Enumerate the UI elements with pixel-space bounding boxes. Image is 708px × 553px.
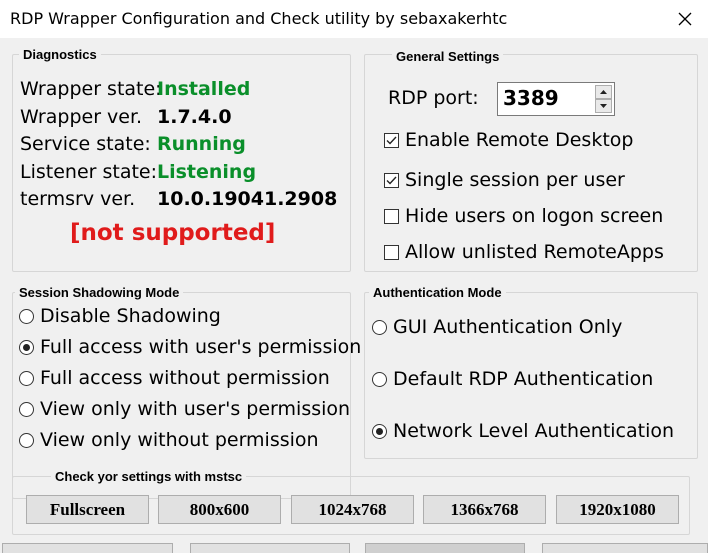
rdp-port-input[interactable]: 3389 (503, 86, 559, 110)
shadow-option-full-without-permission[interactable]: Full access without permission (19, 366, 330, 390)
resolution-1024x768-button[interactable]: 1024x768 (291, 495, 414, 524)
support-status: [not supported] (70, 220, 276, 246)
bottom-button-4[interactable] (542, 543, 708, 553)
single-session-checkbox[interactable]: Single session per user (384, 168, 625, 192)
service-state-label: Service state: (20, 133, 151, 155)
radio-label: GUI Authentication Only (393, 316, 623, 338)
radio-label: View only with user's permission (40, 398, 351, 420)
radio-circle (19, 339, 34, 355)
auth-option-default-rdp[interactable]: Default RDP Authentication (372, 367, 653, 391)
spin-up-button[interactable] (595, 85, 612, 99)
shadowing-title: Session Shadowing Mode (15, 285, 184, 300)
checkbox-label: Enable Remote Desktop (405, 129, 634, 151)
allow-unlisted-remoteapps-checkbox[interactable]: Allow unlisted RemoteApps (384, 240, 664, 264)
service-state-value: Running (157, 133, 246, 155)
radio-dot (23, 343, 30, 351)
enable-remote-desktop-checkbox[interactable]: Enable Remote Desktop (384, 128, 633, 152)
wrapper-state-label: Wrapper state: (20, 78, 162, 100)
close-icon (678, 12, 692, 26)
listener-state-label: Listener state: (20, 161, 158, 183)
window-title: RDP Wrapper Configuration and Check util… (10, 9, 508, 28)
general-settings-title: General Settings (392, 49, 504, 64)
arrow-up-icon (600, 90, 607, 94)
auth-option-nla[interactable]: Network Level Authentication (372, 419, 674, 443)
bottom-button-2[interactable] (190, 543, 350, 553)
radio-label: View only without permission (40, 429, 319, 451)
title-bar: RDP Wrapper Configuration and Check util… (0, 0, 708, 38)
radio-circle (372, 423, 387, 439)
checkbox-box (384, 244, 399, 260)
rdp-port-label: RDP port: (388, 87, 479, 109)
termsrv-ver-label: termsrv ver. (20, 188, 136, 210)
radio-circle (372, 371, 387, 387)
radio-circle (19, 432, 34, 448)
resolution-800x600-button[interactable]: 800x600 (158, 495, 281, 524)
radio-circle (19, 370, 34, 386)
spin-buttons (595, 85, 612, 113)
checkbox-box (384, 172, 399, 188)
shadow-option-view-without-permission[interactable]: View only without permission (19, 428, 319, 452)
bottom-button-3[interactable] (365, 543, 525, 553)
listener-state-value: Listening (157, 161, 257, 183)
fullscreen-button[interactable]: Fullscreen (26, 495, 149, 524)
close-button[interactable] (662, 0, 708, 38)
hide-users-checkbox[interactable]: Hide users on logon screen (384, 204, 663, 228)
checkbox-box (384, 208, 399, 224)
bottom-button-1[interactable] (2, 543, 173, 553)
checkbox-label: Single session per user (405, 169, 625, 191)
radio-label: Full access with user's permission (40, 336, 362, 358)
mstsc-title: Check yor settings with mstsc (51, 469, 247, 484)
radio-label: Full access without permission (40, 367, 330, 389)
radio-circle (19, 401, 34, 417)
rdp-port-spinner[interactable]: 3389 (497, 82, 615, 116)
radio-dot (376, 427, 383, 435)
arrow-down-icon (600, 104, 607, 108)
radio-circle (372, 319, 387, 335)
shadow-option-full-with-permission[interactable]: Full access with user's permission (19, 335, 361, 359)
checkmark-icon (386, 176, 397, 185)
radio-label: Network Level Authentication (393, 420, 675, 442)
radio-label: Disable Shadowing (40, 305, 221, 327)
checkmark-icon (386, 136, 397, 145)
wrapper-ver-value: 1.7.4.0 (157, 106, 232, 128)
client-area: Diagnostics Wrapper state: Installed Wra… (0, 38, 708, 553)
wrapper-state-value: Installed (157, 78, 251, 100)
shadow-option-view-with-permission[interactable]: View only with user's permission (19, 397, 350, 421)
diagnostics-title: Diagnostics (19, 47, 101, 62)
radio-circle (19, 308, 34, 324)
shadow-option-disable[interactable]: Disable Shadowing (19, 304, 221, 328)
resolution-1366x768-button[interactable]: 1366x768 (423, 495, 546, 524)
spin-down-button[interactable] (595, 99, 612, 113)
wrapper-ver-label: Wrapper ver. (20, 106, 143, 128)
authentication-title: Authentication Mode (369, 285, 506, 300)
checkbox-label: Hide users on logon screen (405, 205, 664, 227)
checkbox-box (384, 132, 399, 148)
auth-option-gui[interactable]: GUI Authentication Only (372, 315, 622, 339)
resolution-1920x1080-button[interactable]: 1920x1080 (556, 495, 679, 524)
checkbox-label: Allow unlisted RemoteApps (405, 241, 664, 263)
radio-label: Default RDP Authentication (393, 368, 654, 390)
termsrv-ver-value: 10.0.19041.2908 (157, 188, 338, 210)
